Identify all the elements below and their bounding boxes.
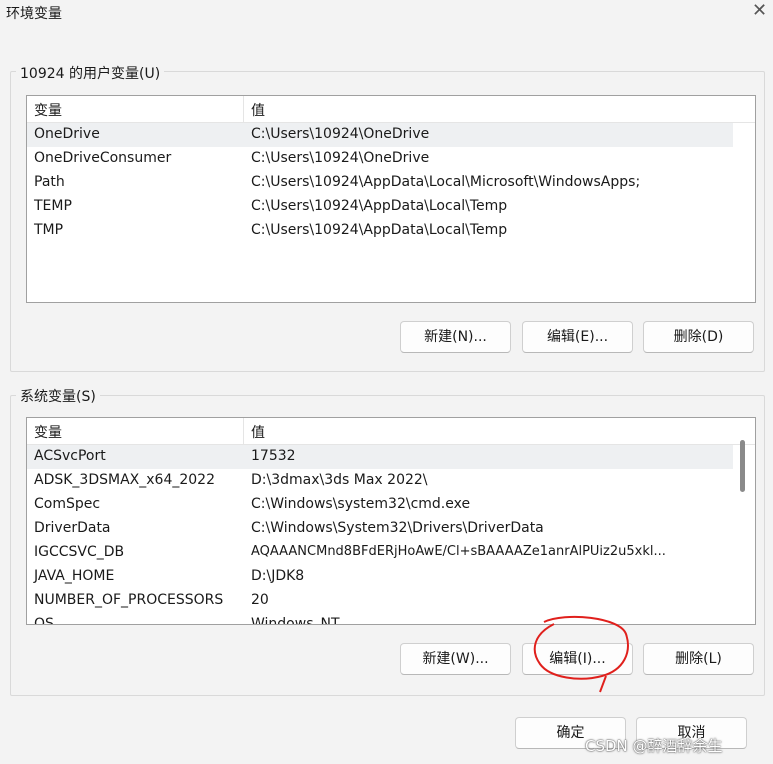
var-value: C:\Users\10924\AppData\Local\Microsoft\W… [251, 174, 641, 190]
var-value: D:\JDK8 [251, 568, 305, 584]
user-vars-header: 变量 值 [27, 96, 755, 123]
var-name: NUMBER_OF_PROCESSORS [34, 592, 224, 608]
table-row[interactable]: DriverData C:\Windows\System32\Drivers\D… [27, 517, 733, 541]
vertical-scrollbar[interactable] [740, 440, 745, 492]
user-new-button[interactable]: 新建(N)... [400, 321, 511, 353]
var-name: OneDrive [34, 126, 100, 142]
var-name: TMP [34, 222, 64, 238]
close-icon[interactable]: ✕ [752, 0, 767, 21]
var-name: IGCCSVC_DB [34, 544, 125, 560]
watermark: CSDN @醉酒辞余生 [585, 737, 723, 755]
user-delete-button[interactable]: 删除(D) [643, 321, 754, 353]
user-vars-label: 10924 的用户变量(U) [16, 63, 165, 83]
var-name: OneDriveConsumer [34, 150, 172, 166]
red-circle-annotation [533, 615, 629, 693]
column-header-name[interactable]: 变量 [34, 100, 62, 120]
window-title: 环境变量 [6, 6, 62, 22]
var-name: TEMP [34, 198, 72, 214]
table-row[interactable]: ComSpec C:\Windows\system32\cmd.exe [27, 493, 733, 517]
var-value: AQAAANCMnd8BFdERjHoAwE/Cl+sBAAAAZe1anrAl… [251, 544, 666, 559]
table-row[interactable]: TMP C:\Users\10924\AppData\Local\Temp [27, 219, 733, 243]
column-header-name[interactable]: 变量 [34, 422, 62, 442]
var-value: Windows_NT [251, 616, 340, 625]
table-row[interactable]: TEMP C:\Users\10924\AppData\Local\Temp [27, 195, 733, 219]
table-row[interactable]: ACSvcPort 17532 [27, 445, 733, 469]
column-header-value[interactable]: 值 [251, 100, 265, 120]
table-row[interactable]: NUMBER_OF_PROCESSORS 20 [27, 589, 733, 613]
system-vars-label: 系统变量(S) [16, 386, 100, 406]
var-value: 20 [251, 592, 269, 608]
table-row[interactable]: OneDriveConsumer C:\Users\10924\OneDrive [27, 147, 733, 171]
var-value: C:\Users\10924\AppData\Local\Temp [251, 222, 508, 238]
system-vars-header: 变量 值 [27, 418, 755, 445]
table-row[interactable]: Path C:\Users\10924\AppData\Local\Micros… [27, 171, 733, 195]
var-name: ACSvcPort [34, 448, 106, 464]
var-name: JAVA_HOME [34, 568, 115, 584]
table-row[interactable]: IGCCSVC_DB AQAAANCMnd8BFdERjHoAwE/Cl+sBA… [27, 541, 733, 565]
var-name: ADSK_3DSMAX_x64_2022 [34, 472, 215, 488]
var-name: DriverData [34, 520, 111, 536]
column-divider[interactable] [243, 418, 244, 444]
var-value: C:\Users\10924\OneDrive [251, 126, 430, 142]
system-delete-button[interactable]: 删除(L) [643, 643, 754, 675]
user-vars-list[interactable]: 变量 值 OneDrive C:\Users\10924\OneDrive On… [26, 95, 756, 303]
var-name: Path [34, 174, 65, 190]
var-value: C:\Windows\System32\Drivers\DriverData [251, 520, 544, 536]
column-header-value[interactable]: 值 [251, 422, 265, 442]
user-edit-button[interactable]: 编辑(E)... [522, 321, 633, 353]
table-row[interactable]: ADSK_3DSMAX_x64_2022 D:\3dmax\3ds Max 20… [27, 469, 733, 493]
var-value: C:\Users\10924\AppData\Local\Temp [251, 198, 508, 214]
var-name: ComSpec [34, 496, 101, 512]
column-divider[interactable] [243, 96, 244, 122]
var-value: C:\Windows\system32\cmd.exe [251, 496, 471, 512]
var-value: 17532 [251, 448, 296, 464]
table-row[interactable]: JAVA_HOME D:\JDK8 [27, 565, 733, 589]
var-value: D:\3dmax\3ds Max 2022\ [251, 472, 428, 488]
table-row[interactable]: OneDrive C:\Users\10924\OneDrive [27, 123, 733, 147]
var-value: C:\Users\10924\OneDrive [251, 150, 430, 166]
system-vars-list[interactable]: 变量 值 ACSvcPort 17532 ADSK_3DSMAX_x64_202… [26, 417, 756, 625]
system-new-button[interactable]: 新建(W)... [400, 643, 511, 675]
var-name: OS [34, 616, 54, 625]
